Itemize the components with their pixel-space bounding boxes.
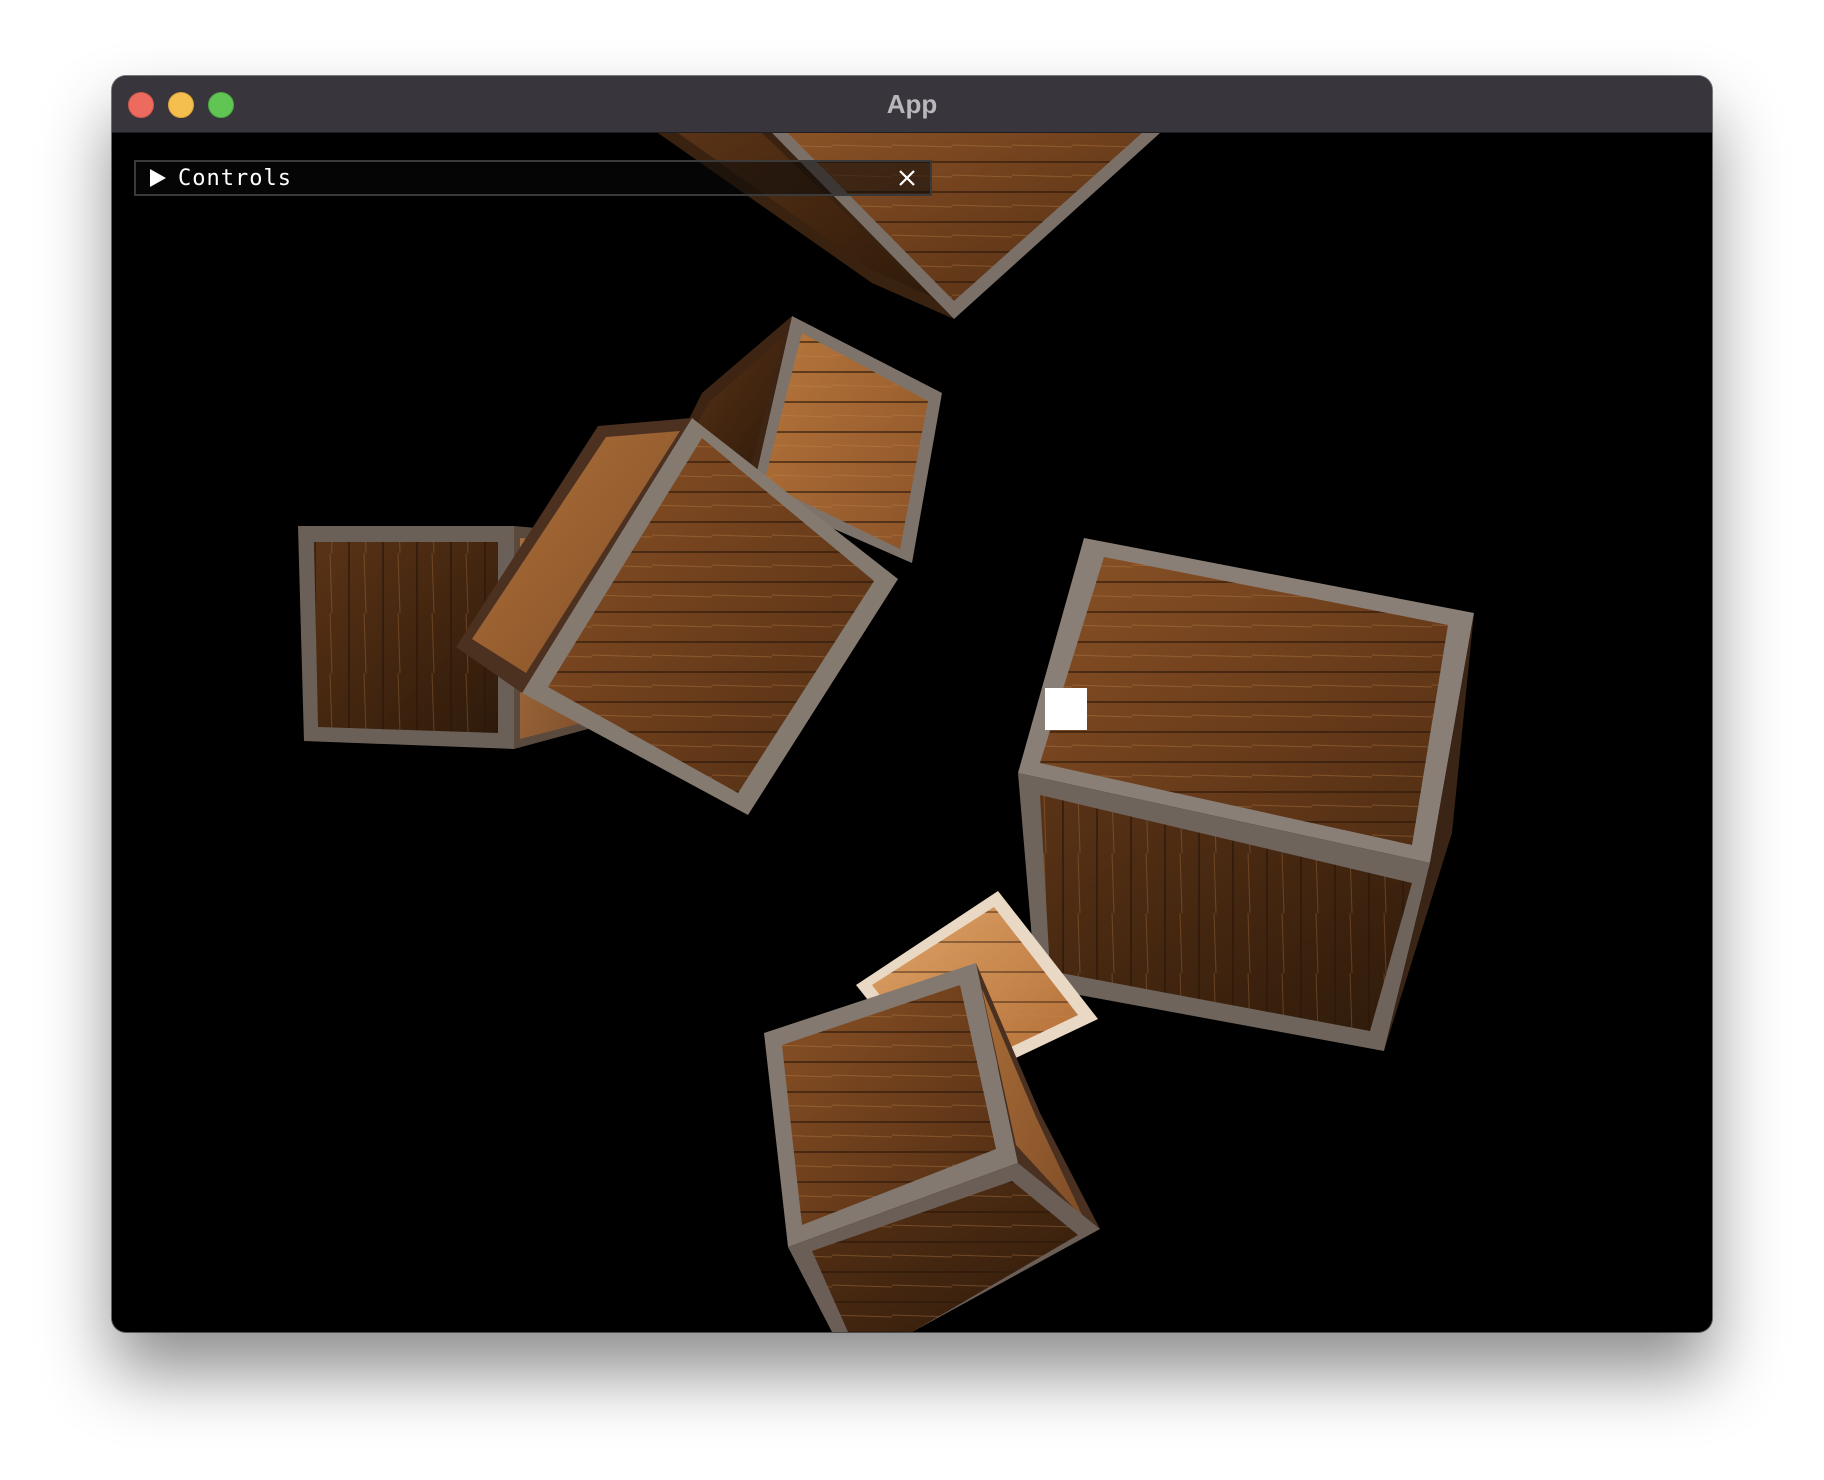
triangle-right-icon[interactable] <box>150 169 166 187</box>
render-viewport[interactable]: Controls <box>112 133 1712 1332</box>
window-title: App <box>886 89 938 119</box>
app-window: App Controls <box>112 76 1712 1332</box>
title-bar[interactable]: App <box>112 76 1712 133</box>
controls-panel[interactable]: Controls <box>134 160 932 196</box>
crate-right-large <box>1018 538 1474 1051</box>
controls-panel-title[interactable]: Controls <box>178 162 292 194</box>
close-icon[interactable] <box>894 165 920 191</box>
light-source-marker <box>1045 688 1087 730</box>
crate-scene <box>298 133 1474 1332</box>
